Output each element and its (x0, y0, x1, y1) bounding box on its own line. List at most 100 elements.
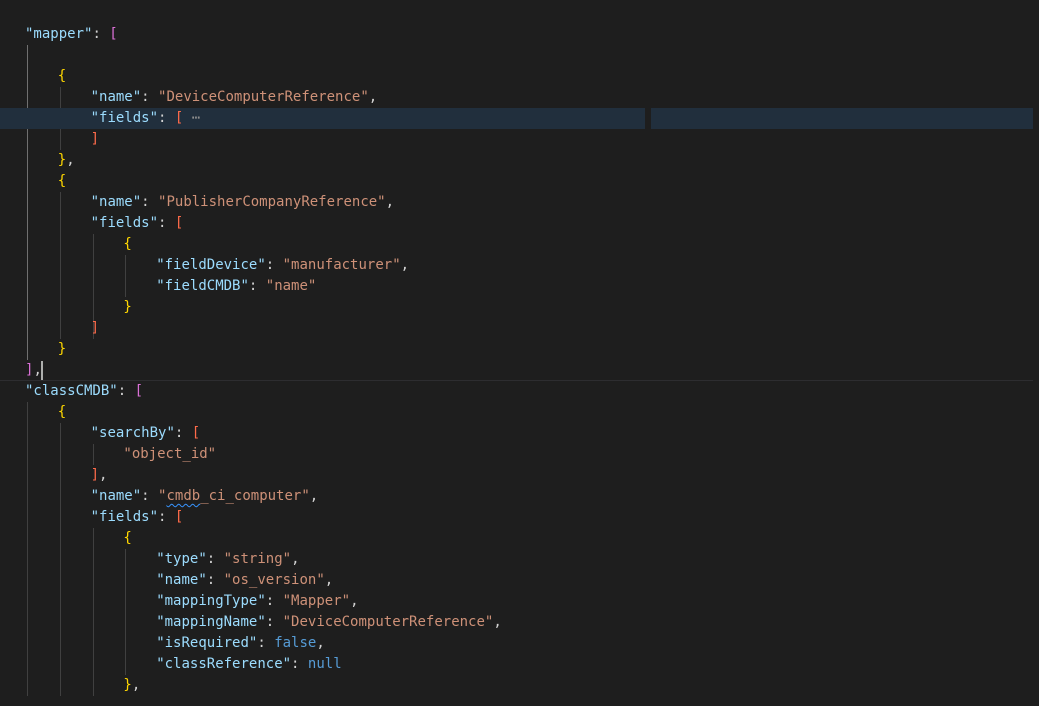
code-line[interactable]: "type": "string", (0, 549, 1039, 570)
code-line-text: "mappingType": "Mapper", (156, 591, 358, 612)
code-line-text: "fieldDevice": "manufacturer", (156, 255, 409, 276)
code-token: , (493, 614, 502, 630)
code-token: "mapper" (25, 26, 93, 42)
code-line[interactable]: }, (0, 675, 1039, 696)
code-line-text: "isRequired": false, (156, 633, 325, 654)
code-line[interactable]: "name": "os_version", (0, 570, 1039, 591)
code-token: : (174, 425, 192, 441)
code-line[interactable]: "name": "cmdb_ci_computer", (0, 486, 1039, 507)
code-token: : (206, 551, 224, 567)
code-token: "mappingName" (156, 614, 266, 630)
code-line[interactable]: "fieldDevice": "manufacturer", (0, 255, 1039, 276)
code-token: , (350, 593, 359, 609)
code-token: "isRequired" (156, 635, 258, 651)
code-token: "Mapper" (282, 593, 351, 609)
code-line[interactable] (0, 45, 1039, 66)
code-token: { (57, 68, 67, 84)
code-line-text: "fields": [ ⋯ (91, 108, 201, 129)
code-line-text: "fields": [ (91, 507, 184, 528)
code-line[interactable]: ] (0, 318, 1039, 339)
code-line-text: "name": "os_version", (156, 570, 333, 591)
code-line[interactable]: } (0, 339, 1039, 360)
code-token: , (309, 488, 319, 504)
code-line[interactable]: ] (0, 129, 1039, 150)
code-line[interactable]: ], (0, 360, 1039, 381)
code-token: "fieldCMDB" (156, 278, 249, 294)
code-token: , (400, 257, 410, 273)
code-token: "manufacturer" (282, 257, 401, 273)
code-line[interactable]: "classReference": null (0, 654, 1039, 675)
code-token: "type" (156, 551, 207, 567)
code-token: : (141, 488, 159, 504)
code-token: [ (109, 26, 118, 42)
code-line-text: { (58, 171, 66, 192)
code-line[interactable]: "name": "PublisherCompanyReference", (0, 192, 1039, 213)
code-token: "DeviceComputerReference" (282, 614, 494, 630)
code-line-text: ] (91, 318, 99, 339)
code-token: "fields" (90, 215, 159, 231)
code-token: , (291, 551, 300, 567)
code-line-text: ], (25, 360, 42, 381)
code-line[interactable]: } (0, 297, 1039, 318)
code-line[interactable]: "fields": [ ⋯ (0, 108, 1039, 129)
code-line-text: "object_id" (123, 444, 216, 465)
code-token: : (265, 257, 283, 273)
code-token: ] (90, 467, 100, 483)
code-token: "fields" (90, 110, 159, 126)
code-token: "name" (156, 572, 207, 588)
code-token: [ (134, 383, 144, 399)
code-token: { (123, 236, 132, 252)
code-token: , (131, 677, 141, 693)
code-token: "classReference" (156, 656, 292, 672)
code-line-text: }, (123, 675, 140, 696)
code-line[interactable]: "name": "DeviceComputerReference", (0, 87, 1039, 108)
code-line-text: ] (91, 129, 99, 150)
code-line[interactable]: ], (0, 465, 1039, 486)
code-editor[interactable]: "mapper": [ { "name": "DeviceComputerRefer… (0, 0, 1039, 706)
code-token: "name" (90, 488, 142, 504)
code-line[interactable]: "mappingType": "Mapper", (0, 591, 1039, 612)
code-line[interactable]: "isRequired": false, (0, 633, 1039, 654)
code-line[interactable]: { (0, 402, 1039, 423)
code-line-text: "fields": [ (91, 213, 184, 234)
code-token: "PublisherCompanyReference" (158, 194, 386, 210)
code-line-text: { (123, 234, 131, 255)
code-token: } (123, 299, 132, 315)
code-token: : (265, 614, 283, 630)
code-line-text: } (123, 297, 131, 318)
code-line-text: "name": "PublisherCompanyReference", (91, 192, 394, 213)
code-line[interactable]: "object_id" (0, 444, 1039, 465)
code-token: { (123, 530, 132, 546)
code-line[interactable]: { (0, 171, 1039, 192)
code-line[interactable]: "fieldCMDB": "name" (0, 276, 1039, 297)
code-line[interactable]: "mappingName": "DeviceComputerReference"… (0, 612, 1039, 633)
code-token: : (158, 110, 175, 126)
code-token: [ (174, 509, 184, 525)
code-token: "name" (265, 278, 317, 294)
code-line[interactable]: "fields": [ (0, 213, 1039, 234)
code-token: } (123, 677, 132, 693)
code-line[interactable]: "searchBy": [ (0, 423, 1039, 444)
folded-ellipsis[interactable]: ⋯ (183, 110, 200, 126)
code-token: : (248, 278, 266, 294)
code-token: false (274, 635, 317, 651)
code-line-text: "fieldCMDB": "name" (156, 276, 316, 297)
code-token: cmdb (166, 488, 201, 504)
code-token: } (57, 341, 67, 357)
code-token: [ (174, 215, 184, 231)
code-line-text: } (58, 339, 66, 360)
code-line[interactable]: { (0, 528, 1039, 549)
code-token: : (141, 194, 159, 210)
code-token: , (385, 194, 395, 210)
code-token: { (57, 404, 67, 420)
code-line[interactable]: }, (0, 150, 1039, 171)
code-token: , (316, 635, 325, 651)
code-line[interactable]: { (0, 234, 1039, 255)
code-line[interactable]: "fields": [ (0, 507, 1039, 528)
code-token: "searchBy" (90, 425, 175, 441)
code-token: "DeviceComputerReference" (158, 89, 369, 105)
code-line[interactable]: "mapper": [ (0, 24, 1039, 45)
code-line-text: "type": "string", (156, 549, 299, 570)
code-line[interactable]: "classCMDB": [ (0, 381, 1039, 402)
code-line[interactable]: { (0, 66, 1039, 87)
